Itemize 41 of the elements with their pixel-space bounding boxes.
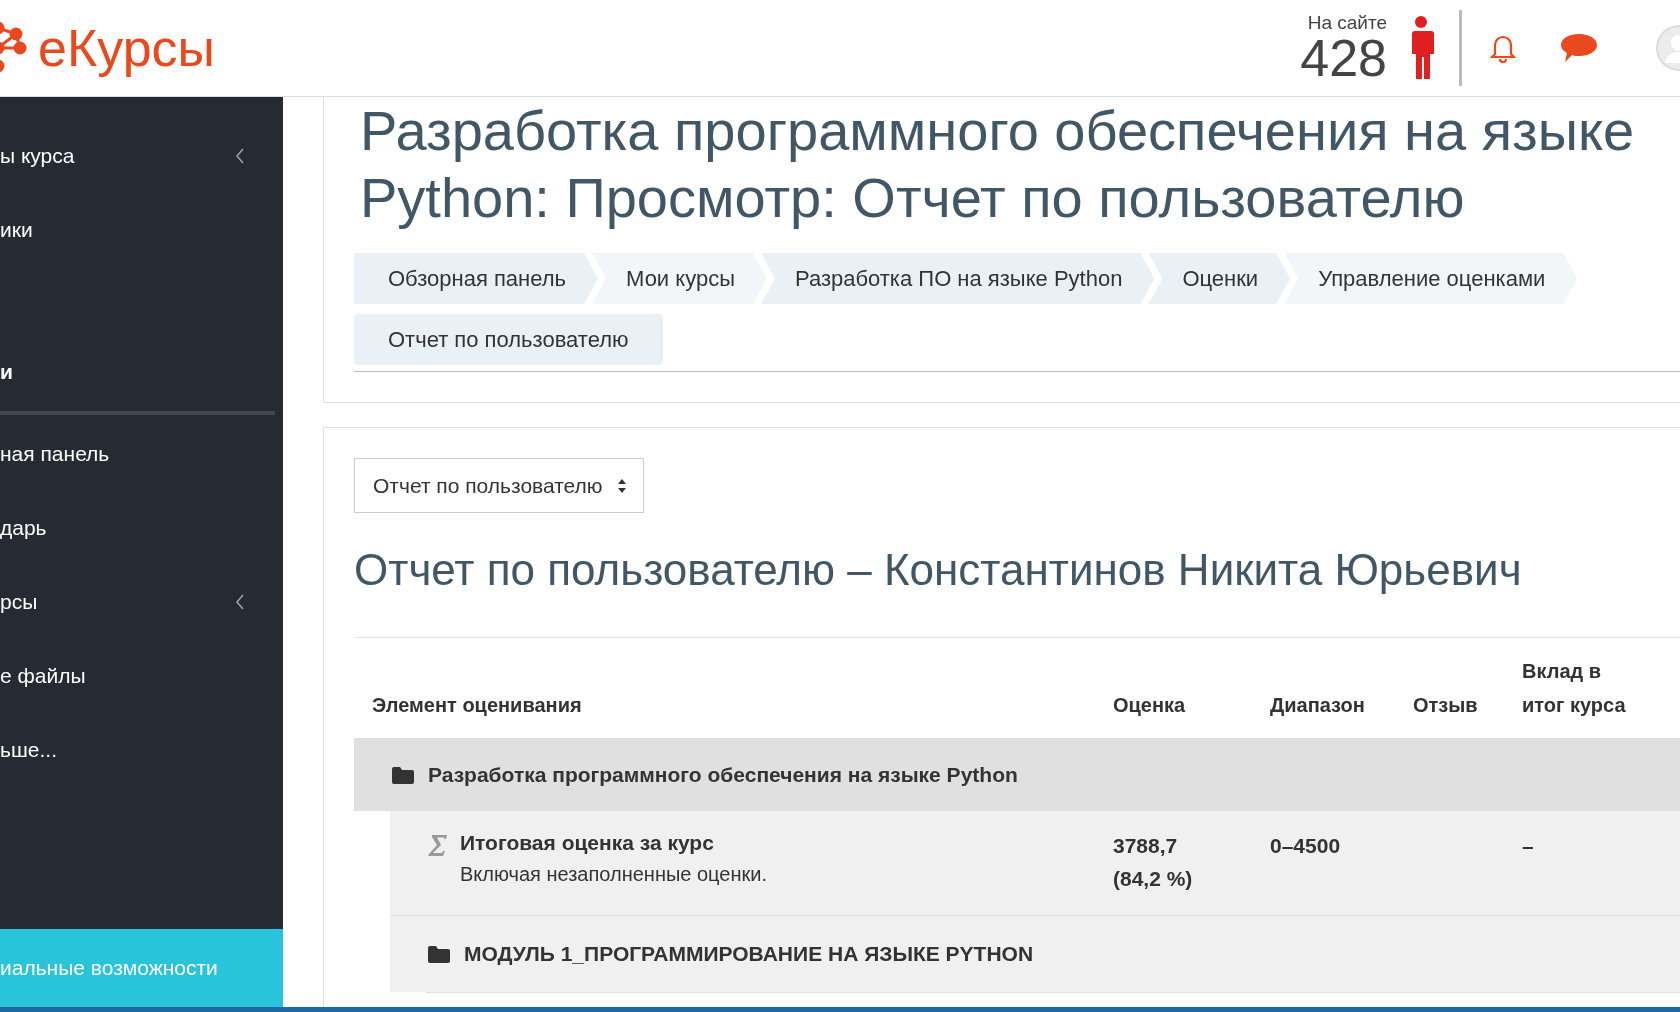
sidebar-item[interactable]: ы курса: [0, 119, 283, 193]
online-count: 428: [1300, 31, 1387, 84]
column-header: Оценка: [1113, 693, 1187, 718]
breadcrumb-link[interactable]: Обзорная панель: [354, 253, 599, 304]
sidebar-item[interactable]: е файлы: [0, 639, 283, 713]
report-heading: Отчет по пользователю – Константинов Никита Юрьевич: [354, 545, 1523, 595]
category-name: МОДУЛЬ 1_ПРОГРАММИРОВАНИЕ НА ЯЗЫКЕ PYTHON: [464, 942, 1034, 966]
item-name: Итоговая оценка за курс: [460, 831, 715, 855]
site-logo[interactable]: еКурсы: [38, 18, 215, 78]
report-select[interactable]: Отчет по пользователю: [354, 458, 644, 513]
column-header: Вклад в итог курса: [1522, 659, 1627, 718]
sidebar-item[interactable]: ики: [0, 193, 283, 267]
folder-icon: [428, 945, 450, 963]
column-header: Элемент оценивания: [371, 693, 583, 718]
messages-icon[interactable]: [1560, 32, 1598, 64]
logo-icon: [0, 22, 28, 74]
range-cell-text: 0–4500: [1270, 833, 1342, 859]
notifications-icon[interactable]: [1490, 33, 1516, 63]
column-header: Диапазон: [1270, 693, 1366, 718]
sum-icon: [428, 833, 448, 857]
breadcrumb-link[interactable]: Разработка ПО на языке Python: [760, 253, 1155, 304]
page-title: Разработка программного обеспечения на языке Python: Просмотр: Отчет по пользователю: [359, 98, 1636, 231]
contribution-cell-text: –: [1522, 833, 1535, 859]
sidebar-section-title: и: [0, 359, 14, 385]
sidebar-item[interactable]: ьше...: [0, 713, 283, 787]
category-name: Разработка программного обеспечения на языке Python: [428, 762, 1018, 787]
chevron-left-icon: [235, 594, 245, 610]
chevron-left-icon: [235, 148, 245, 164]
online-label: На сайте: [1307, 12, 1387, 32]
item-note: Включая незаполненные оценки.: [460, 863, 767, 886]
breadcrumb-link[interactable]: Мои курсы: [592, 253, 767, 304]
folder-icon: [392, 765, 414, 784]
breadcrumb-link[interactable]: Оценки: [1148, 253, 1291, 304]
sort-caret-icon: [616, 477, 627, 494]
sidebar-item[interactable]: дарь: [0, 491, 283, 565]
sidebar-item[interactable]: рсы: [0, 565, 283, 639]
breadcrumb-link[interactable]: Отчет по пользователю: [354, 314, 663, 365]
breadcrumb-link[interactable]: Управление оценками: [1284, 253, 1578, 304]
sidebar-item[interactable]: ная панель: [0, 417, 283, 491]
column-header: Отзыв: [1413, 693, 1479, 718]
grade-cell-text: 3788,7 (84,2 %): [1113, 833, 1194, 892]
